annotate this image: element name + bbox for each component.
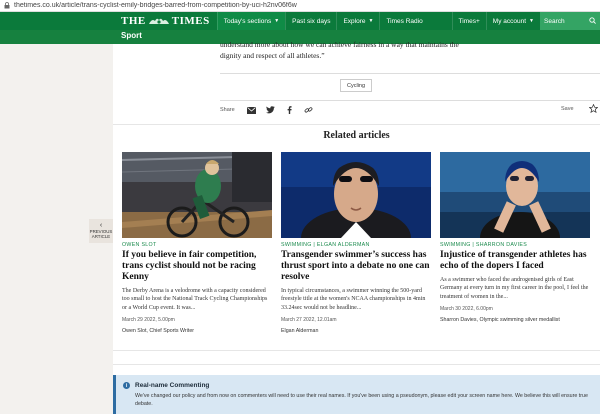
article-line: dignity and respect of all athletes.” xyxy=(220,50,325,60)
article-kicker[interactable]: SWIMMING | SHARRON DAVIES xyxy=(440,242,590,248)
lock-icon xyxy=(4,2,10,9)
article-date: March 29 2022, 5.00pm xyxy=(122,316,175,323)
divider xyxy=(113,364,600,365)
article-kicker[interactable]: OWEN SLOT xyxy=(122,242,272,248)
article-author: Owen Slot, Chief Sports Writer xyxy=(122,327,195,334)
divider xyxy=(113,350,600,351)
divider xyxy=(220,100,600,101)
article-kicker[interactable]: SWIMMING | ELGAN ALDERMAN xyxy=(281,242,431,248)
chevron-down-icon: ▼ xyxy=(274,18,280,24)
article-headline[interactable]: Transgender swimmer’s success has thrust… xyxy=(281,250,431,283)
chevron-down-icon: ▼ xyxy=(368,18,374,24)
article-summary: As a swimmer who faced the androgenised … xyxy=(440,276,589,300)
section-title[interactable]: Sport xyxy=(121,31,142,40)
nav-label: Explore xyxy=(343,17,366,25)
previous-article-button[interactable]: ‹ PREVIOUS ARTICLE xyxy=(89,219,113,243)
article-line: understand more about how we can achieve… xyxy=(220,40,459,49)
previous-label: ARTICLE xyxy=(91,233,111,239)
twitter-icon[interactable] xyxy=(265,106,275,114)
info-icon: i xyxy=(123,382,130,389)
nav-todays-sections[interactable]: Today's sections ▼ xyxy=(216,12,286,30)
chevron-down-icon: ▼ xyxy=(529,18,534,24)
divider xyxy=(220,73,600,74)
article-image-swimmer-pool[interactable] xyxy=(440,152,590,238)
address-bar[interactable]: thetimes.co.uk/article/trans-cyclist-emi… xyxy=(0,0,600,12)
star-icon[interactable] xyxy=(588,103,599,115)
top-navigation: THE TIMES Today's sections ▼ Past six day… xyxy=(0,12,600,30)
article-author: Elgan Alderman xyxy=(281,327,319,334)
nav-label: Past six days xyxy=(292,17,331,25)
related-article-card[interactable]: SWIMMING | SHARRON DAVIES Injustice of t… xyxy=(440,152,590,323)
article-headline[interactable]: If you believe in fair competition, tran… xyxy=(122,250,272,283)
article-summary: The Derby Arena is a velodrome with a ca… xyxy=(122,287,268,311)
search-label: Search xyxy=(544,17,565,25)
nav-label: Times+ xyxy=(458,17,480,25)
search-icon xyxy=(589,16,596,26)
notice-text: We've changed our policy and from now on… xyxy=(135,393,588,408)
nav-label: My account xyxy=(492,17,527,25)
nav-label: Today's sections xyxy=(223,17,272,25)
article-date: March 27 2022, 12.01am xyxy=(281,316,337,323)
nav-past-six-days[interactable]: Past six days xyxy=(285,12,336,30)
article-summary: In typical circumstances, a swimmer winn… xyxy=(281,287,426,311)
nav-label: Times Radio xyxy=(386,17,423,25)
nav-times-radio[interactable]: Times Radio xyxy=(379,12,428,30)
logo-text-times: TIMES xyxy=(171,15,210,27)
article-headline[interactable]: Injustice of transgender athletes has ec… xyxy=(440,250,590,272)
article-closing-text: understand more about how we can achieve… xyxy=(220,40,520,62)
search-button[interactable]: Search xyxy=(540,12,600,30)
times-logo[interactable]: THE TIMES xyxy=(121,15,210,27)
article-image-swimmer[interactable] xyxy=(281,152,431,238)
nav-my-account[interactable]: My account ▼ xyxy=(485,12,540,30)
share-bar: Share Save xyxy=(220,103,600,116)
share-label: Share xyxy=(220,107,235,113)
related-article-card[interactable]: OWEN SLOT If you believe in fair competi… xyxy=(122,152,272,334)
article-author: Sharron Davies, Olympic swimming silver … xyxy=(440,317,560,324)
main-content: understand more about how we can achieve… xyxy=(113,40,600,414)
notice-title: Real-name Commenting xyxy=(135,382,210,389)
nav-explore[interactable]: Explore ▼ xyxy=(336,12,379,30)
tag-cycling-button[interactable]: Cycling xyxy=(340,79,372,92)
real-name-commenting-notice: i Real-name Commenting We've changed our… xyxy=(113,375,600,414)
crest-icon xyxy=(148,17,170,26)
email-icon[interactable] xyxy=(246,106,256,114)
divider xyxy=(113,124,600,125)
nav-times-plus[interactable]: Times+ xyxy=(451,12,486,30)
related-article-card[interactable]: SWIMMING | ELGAN ALDERMAN Transgender sw… xyxy=(281,152,431,334)
link-icon[interactable] xyxy=(304,106,313,114)
facebook-icon[interactable] xyxy=(285,106,294,114)
article-image-cyclist[interactable] xyxy=(122,152,272,238)
logo-text-the: THE xyxy=(121,15,146,27)
related-articles-heading: Related articles xyxy=(323,130,390,141)
url-text: thetimes.co.uk/article/trans-cyclist-emi… xyxy=(14,2,297,9)
save-label[interactable]: Save xyxy=(561,106,574,112)
article-date: March 30 2022, 6.00pm xyxy=(440,306,493,313)
